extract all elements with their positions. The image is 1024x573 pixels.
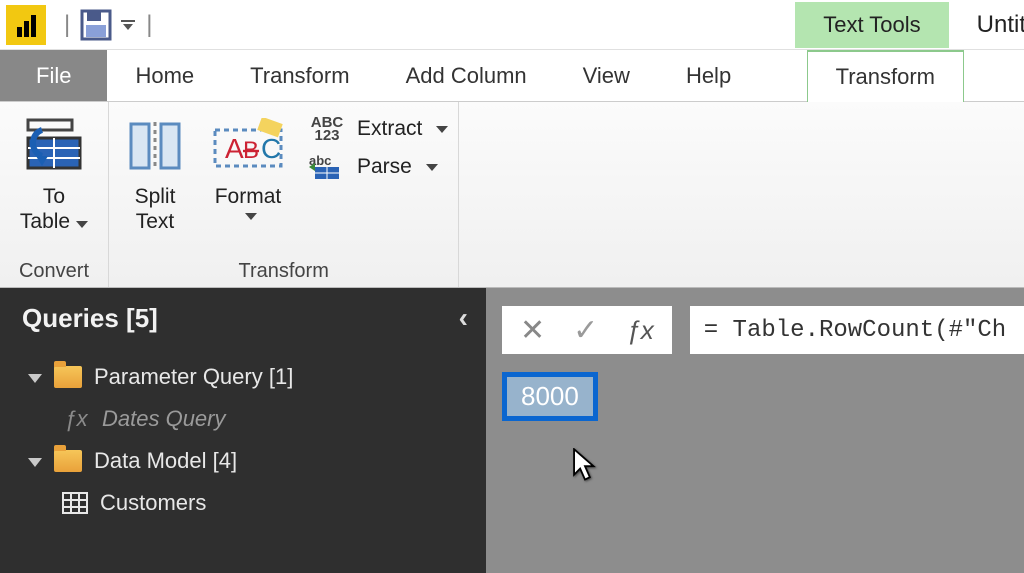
ribbon-tabs: File Home Transform Add Column View Help… bbox=[0, 50, 1024, 102]
tree-folder-data-model[interactable]: Data Model [4] bbox=[28, 440, 476, 482]
svg-text:A: A bbox=[225, 133, 244, 164]
confirm-formula-button[interactable]: ✓ bbox=[573, 313, 598, 348]
window-title: Untit bbox=[977, 11, 1024, 39]
tab-view[interactable]: View bbox=[555, 50, 658, 101]
fx-icon: ƒx bbox=[62, 406, 90, 432]
tree-item-customers[interactable]: Customers bbox=[28, 482, 476, 524]
formula-bar: ✕ ✓ ƒx = Table.RowCount(#"Ch bbox=[502, 306, 1024, 354]
ribbon-group-label: Transform bbox=[119, 254, 448, 285]
svg-text:C: C bbox=[261, 133, 281, 164]
chevron-down-icon bbox=[245, 213, 257, 220]
tab-file[interactable]: File bbox=[0, 50, 107, 101]
parse-button[interactable]: abc Parse bbox=[305, 152, 448, 182]
to-table-label-2: Table bbox=[20, 210, 70, 233]
chevron-down-icon bbox=[426, 164, 438, 171]
tree-folder-label: Data Model [4] bbox=[94, 448, 237, 474]
separator: | bbox=[146, 11, 152, 39]
contextual-tab-header: Text Tools bbox=[795, 2, 948, 48]
to-table-button[interactable]: To Table bbox=[10, 108, 98, 234]
split-text-button[interactable]: Split Text bbox=[119, 108, 191, 234]
ribbon-body: To Table Convert Split Text bbox=[0, 102, 1024, 288]
tree-item-label: Dates Query bbox=[102, 406, 226, 432]
queries-tree: Parameter Query [1] ƒx Dates Query Data … bbox=[0, 356, 486, 524]
tab-transform[interactable]: Transform bbox=[222, 50, 377, 101]
canvas-area: ✕ ✓ ƒx = Table.RowCount(#"Ch 8000 bbox=[486, 288, 1024, 573]
tab-text-transform[interactable]: Transform bbox=[807, 50, 964, 102]
queries-pane: Queries [5] ‹ Parameter Query [1] ƒx Dat… bbox=[0, 288, 486, 573]
tree-item-label: Customers bbox=[100, 490, 206, 516]
svg-text:B: B bbox=[243, 137, 259, 164]
app-logo-icon bbox=[6, 5, 46, 45]
save-button[interactable] bbox=[78, 7, 114, 43]
tab-add-column[interactable]: Add Column bbox=[378, 50, 555, 101]
fx-icon[interactable]: ƒx bbox=[626, 315, 653, 346]
extract-icon: ABC123 bbox=[305, 114, 349, 144]
collapse-pane-button[interactable]: ‹ bbox=[459, 302, 468, 334]
split-text-icon bbox=[127, 112, 183, 180]
ribbon-group-transform: Split Text A B C Format bbox=[109, 102, 459, 287]
folder-icon bbox=[54, 366, 82, 388]
to-table-icon bbox=[22, 112, 86, 180]
chevron-down-icon bbox=[436, 126, 448, 133]
format-button[interactable]: A B C Format bbox=[205, 108, 291, 220]
cursor-icon bbox=[572, 448, 598, 487]
tree-folder-parameter[interactable]: Parameter Query [1] bbox=[28, 356, 476, 398]
parse-label: Parse bbox=[357, 155, 412, 179]
format-icon: A B C bbox=[211, 112, 285, 180]
parse-icon: abc bbox=[305, 152, 349, 182]
ribbon-group-label: Convert bbox=[10, 254, 98, 285]
table-icon bbox=[62, 492, 88, 514]
tab-help[interactable]: Help bbox=[658, 50, 759, 101]
separator: | bbox=[64, 11, 70, 39]
split-text-label-2: Text bbox=[136, 209, 175, 234]
extract-button[interactable]: ABC123 Extract bbox=[305, 114, 448, 144]
tab-home[interactable]: Home bbox=[107, 50, 222, 101]
qat-customize-dropdown[interactable] bbox=[118, 7, 138, 43]
expand-collapse-icon[interactable] bbox=[28, 458, 42, 467]
queries-title: Queries [5] bbox=[22, 303, 158, 334]
to-table-label-1: To bbox=[43, 184, 65, 209]
cancel-formula-button[interactable]: ✕ bbox=[520, 313, 545, 348]
result-value-cell[interactable]: 8000 bbox=[502, 372, 598, 421]
main-area: Queries [5] ‹ Parameter Query [1] ƒx Dat… bbox=[0, 288, 1024, 573]
tree-item-dates-query[interactable]: ƒx Dates Query bbox=[28, 398, 476, 440]
formula-input[interactable]: = Table.RowCount(#"Ch bbox=[690, 306, 1024, 354]
ribbon-group-convert: To Table Convert bbox=[0, 102, 109, 287]
tree-folder-label: Parameter Query [1] bbox=[94, 364, 293, 390]
folder-icon bbox=[54, 450, 82, 472]
format-label: Format bbox=[215, 184, 282, 209]
title-bar: | | Text Tools Untit bbox=[0, 0, 1024, 50]
extract-label: Extract bbox=[357, 117, 422, 141]
expand-collapse-icon[interactable] bbox=[28, 374, 42, 383]
contextual-tab-label: Text Tools bbox=[795, 2, 948, 48]
chevron-down-icon bbox=[76, 221, 88, 228]
split-text-label-1: Split bbox=[135, 184, 176, 209]
